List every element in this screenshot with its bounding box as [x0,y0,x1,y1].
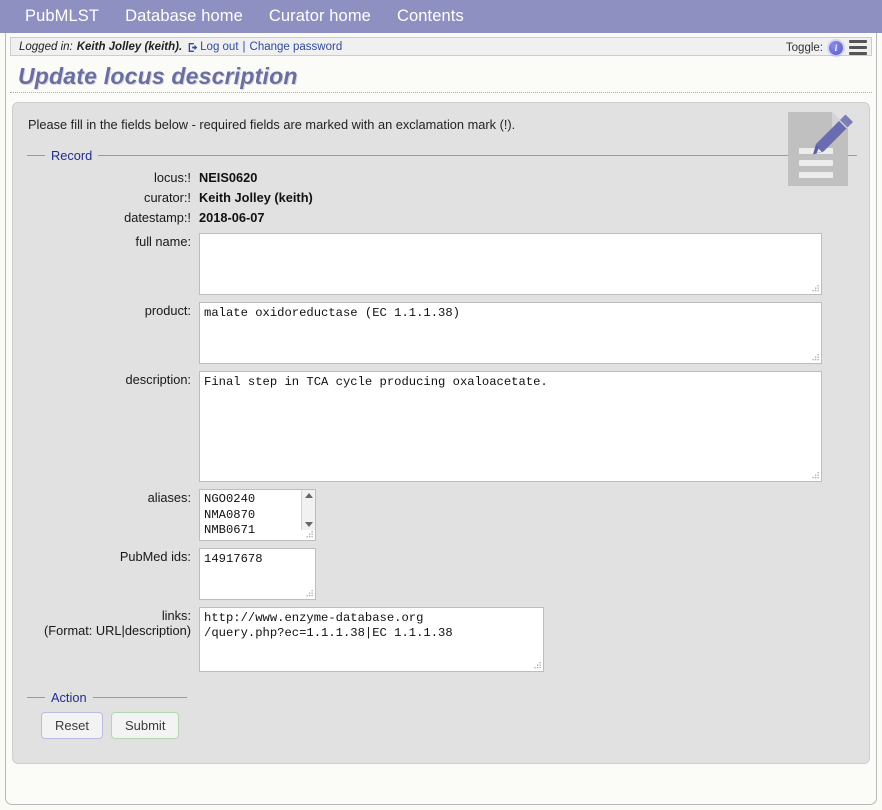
page-title: Update locus description [10,56,872,93]
page-frame: Logged in: Keith Jolley (keith). Log out… [5,33,877,805]
field-row-product: product: [27,302,857,364]
change-password-link[interactable]: Change password [250,41,343,53]
aliases-scrollbar[interactable] [301,490,315,530]
field-row-full-name: full name: [27,233,857,295]
curator-value: Keith Jolley (keith) [199,190,313,205]
curator-label: curator:! [144,190,191,205]
content-box: Please fill in the fields below - requir… [12,102,870,764]
scroll-down-arrow-icon[interactable] [304,522,313,527]
pubmed-ids-label: PubMed ids: [119,549,191,564]
field-row-datestamp: datestamp:! 2018-06-07 [27,209,857,225]
hamburger-menu-icon[interactable] [849,40,867,55]
nav-item-curator-home[interactable]: Curator home [256,0,384,33]
scroll-up-arrow-icon[interactable] [304,493,313,498]
full-name-input[interactable] [199,233,822,295]
locus-value: NEIS0620 [199,170,258,185]
field-row-aliases: aliases: NGO0240 NMA0870 NMB0671 [27,489,857,541]
nav-item-contents[interactable]: Contents [384,0,477,33]
log-out-link[interactable]: Log out [200,41,238,53]
record-fieldset: Record locus:! NEIS0620 curator:! Keith … [27,148,857,676]
submit-button[interactable]: Submit [110,712,180,739]
field-row-links: links: (Format: URL|description) [27,607,857,672]
links-label-group: links: (Format: URL|description) [27,607,199,638]
product-input[interactable] [199,302,822,364]
description-wrap [199,371,822,482]
reset-button[interactable]: Reset [41,712,103,739]
top-navigation-bar: PubMLST Database home Curator home Conte… [0,0,882,33]
field-row-description: description: [27,371,857,482]
logged-in-bar: Logged in: Keith Jolley (keith). Log out… [10,37,872,56]
aliases-label: aliases: [147,490,191,505]
alias-item[interactable]: NMB0671 [204,523,315,539]
locus-label: locus:! [154,170,191,185]
full-name-label: full name: [135,234,191,249]
aliases-wrap: NGO0240 NMA0870 NMB0671 [199,489,316,541]
description-input[interactable] [199,371,822,482]
toggle-area: Toggle: i [786,38,871,57]
logged-in-label: Logged in: [19,40,73,53]
toggle-label: Toggle: [785,41,823,54]
intro-instructions: Please fill in the fields below - requir… [28,117,516,132]
alias-item[interactable]: NGO0240 [204,492,315,508]
record-legend: Record [51,148,93,163]
pubmed-ids-wrap [199,548,316,600]
alias-item[interactable]: NMA0870 [204,508,315,524]
sign-out-icon [188,42,199,53]
links-input[interactable] [199,607,544,672]
product-label: product: [144,303,191,318]
logged-in-username: Keith Jolley (keith). [76,40,183,53]
nav-item-pubmlst[interactable]: PubMLST [12,0,112,33]
full-name-wrap [199,233,822,295]
action-button-row: Reset Submit [27,712,187,739]
field-row-curator: curator:! Keith Jolley (keith) [27,189,857,205]
datestamp-label: datestamp:! [124,210,191,225]
aliases-input[interactable]: NGO0240 NMA0870 NMB0671 [199,489,316,541]
nav-item-database-home[interactable]: Database home [112,0,256,33]
info-icon[interactable]: i [829,40,843,55]
action-legend: Action [51,690,87,705]
action-fieldset: Action Reset Submit [27,690,187,739]
links-label: links: [161,608,191,623]
document-edit-icon [778,108,858,190]
field-row-locus: locus:! NEIS0620 [27,169,857,185]
links-format-hint: (Format: URL|description) [44,623,191,638]
description-label: description: [125,372,191,387]
pubmed-ids-input[interactable] [199,548,316,600]
datestamp-value: 2018-06-07 [199,210,265,225]
product-wrap [199,302,822,364]
link-separator: | [242,40,246,53]
links-wrap [199,607,544,672]
field-row-pubmed-ids: PubMed ids: [27,548,857,600]
